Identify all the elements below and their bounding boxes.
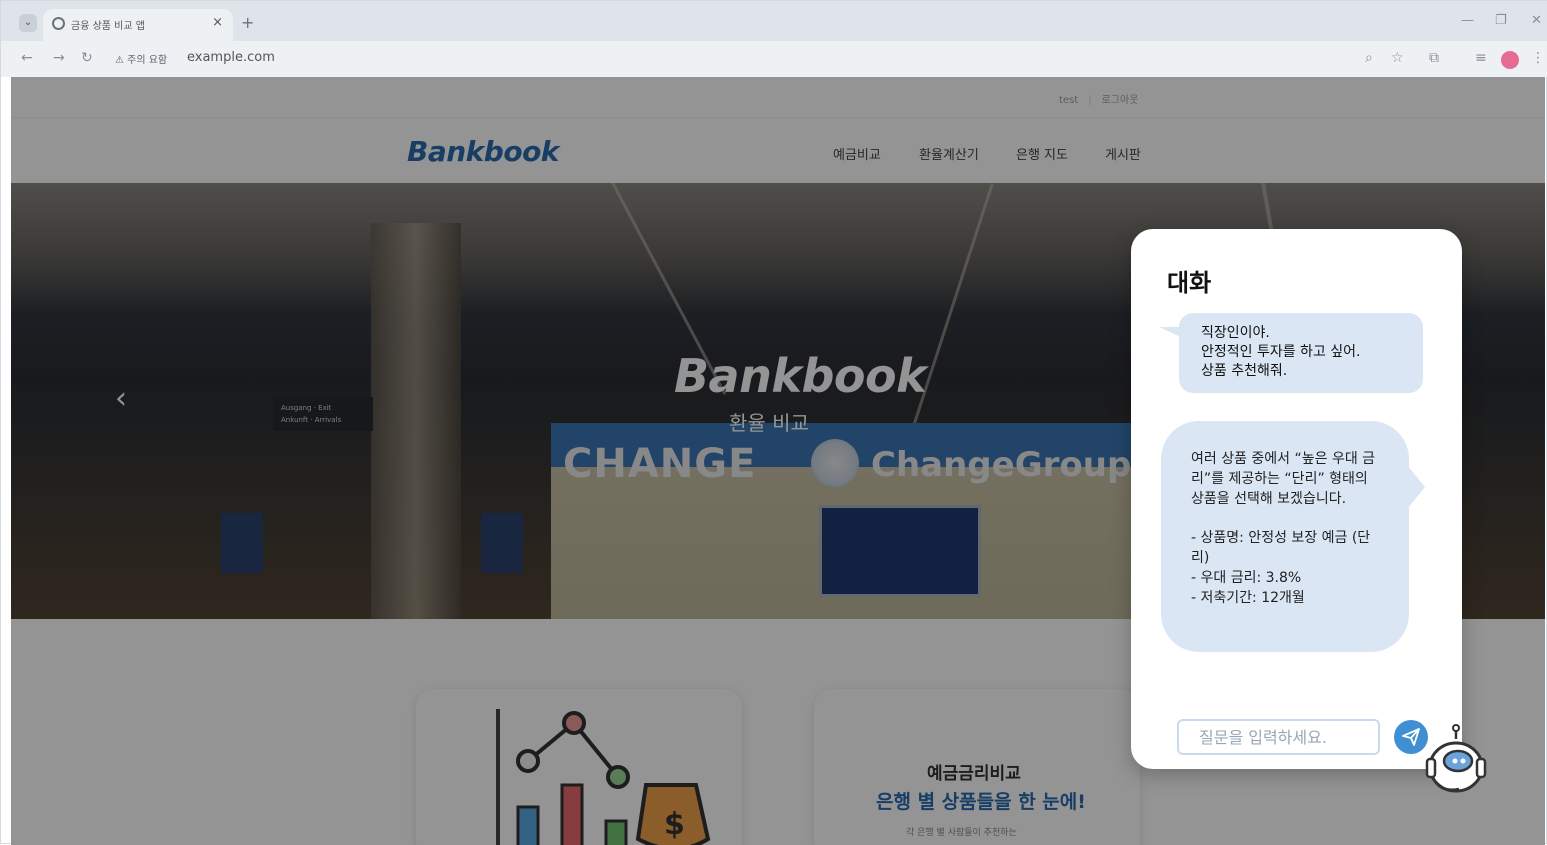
chat-input[interactable] bbox=[1177, 719, 1380, 755]
window-close-icon[interactable]: ✕ bbox=[1531, 13, 1542, 28]
bot-message-detail: - 저축기간: 12개월 bbox=[1191, 590, 1305, 606]
address-bar: ← → ↻ ⚠ 주의 요함 example.com ⌕ ☆ ⧉ ≡ ⋮ bbox=[1, 41, 1547, 77]
reading-list-icon[interactable]: ≡ bbox=[1475, 50, 1487, 66]
security-warning[interactable]: ⚠ 주의 요함 bbox=[115, 51, 167, 66]
bot-message-detail: - 상품명: 안정성 보장 예금 (단리) bbox=[1191, 530, 1371, 566]
tab-close-icon[interactable]: × bbox=[212, 15, 223, 30]
back-icon[interactable]: ← bbox=[21, 50, 33, 66]
chat-panel: 대화 직장인이야. 안정적인 투자를 하고 싶어. 상품 추천해줘. 여러 상품… bbox=[1131, 229, 1462, 769]
tab-bar: ⌄ 금융 상품 비교 앱 × + — ❐ ✕ bbox=[1, 1, 1547, 41]
zoom-icon[interactable]: ⌕ bbox=[1365, 50, 1373, 66]
url-text[interactable]: example.com bbox=[187, 50, 275, 65]
forward-icon[interactable]: → bbox=[53, 50, 65, 66]
browser-tab[interactable]: 금융 상품 비교 앱 × bbox=[43, 9, 233, 41]
new-tab-icon[interactable]: + bbox=[241, 13, 254, 32]
bot-message-detail: - 우대 금리: 3.8% bbox=[1191, 570, 1302, 586]
reload-icon[interactable]: ↻ bbox=[81, 50, 93, 66]
omnibox[interactable]: ⚠ 주의 요함 example.com bbox=[107, 46, 1417, 72]
user-message-line: 안정적인 투자를 하고 싶어. bbox=[1201, 344, 1361, 360]
profile-avatar[interactable] bbox=[1501, 51, 1519, 69]
tab-title: 금융 상품 비교 앱 bbox=[71, 21, 145, 32]
user-message-bubble: 직장인이야. 안정적인 투자를 하고 싶어. 상품 추천해줘. bbox=[1159, 313, 1423, 393]
bot-message-bubble: 여러 상품 중에서 “높은 우대 금리”를 제공하는 “단리” 형태의 상품을 … bbox=[1161, 421, 1425, 652]
extensions-icon[interactable]: ⧉ bbox=[1429, 50, 1439, 66]
user-message-line: 직장인이야. bbox=[1201, 325, 1270, 341]
send-icon bbox=[1402, 728, 1420, 746]
bot-message-intro: 여러 상품 중에서 “높은 우대 금리”를 제공하는 “단리” 형태의 상품을 … bbox=[1191, 451, 1376, 507]
menu-icon[interactable]: ⋮ bbox=[1531, 50, 1545, 66]
tab-favicon-icon bbox=[52, 17, 65, 30]
chatbot-robot-icon[interactable] bbox=[1419, 723, 1493, 799]
browser-window: ⌄ 금융 상품 비교 앱 × + — ❐ ✕ ← → ↻ ⚠ 주의 요함 exa… bbox=[0, 0, 1547, 845]
minimize-icon[interactable]: — bbox=[1461, 13, 1474, 28]
user-message-line: 상품 추천해줘. bbox=[1201, 363, 1288, 379]
tab-list-chevron-icon[interactable]: ⌄ bbox=[19, 14, 37, 32]
bookmark-star-icon[interactable]: ☆ bbox=[1391, 50, 1404, 66]
chat-title: 대화 bbox=[1167, 269, 1212, 297]
restore-icon[interactable]: ❐ bbox=[1495, 13, 1507, 28]
